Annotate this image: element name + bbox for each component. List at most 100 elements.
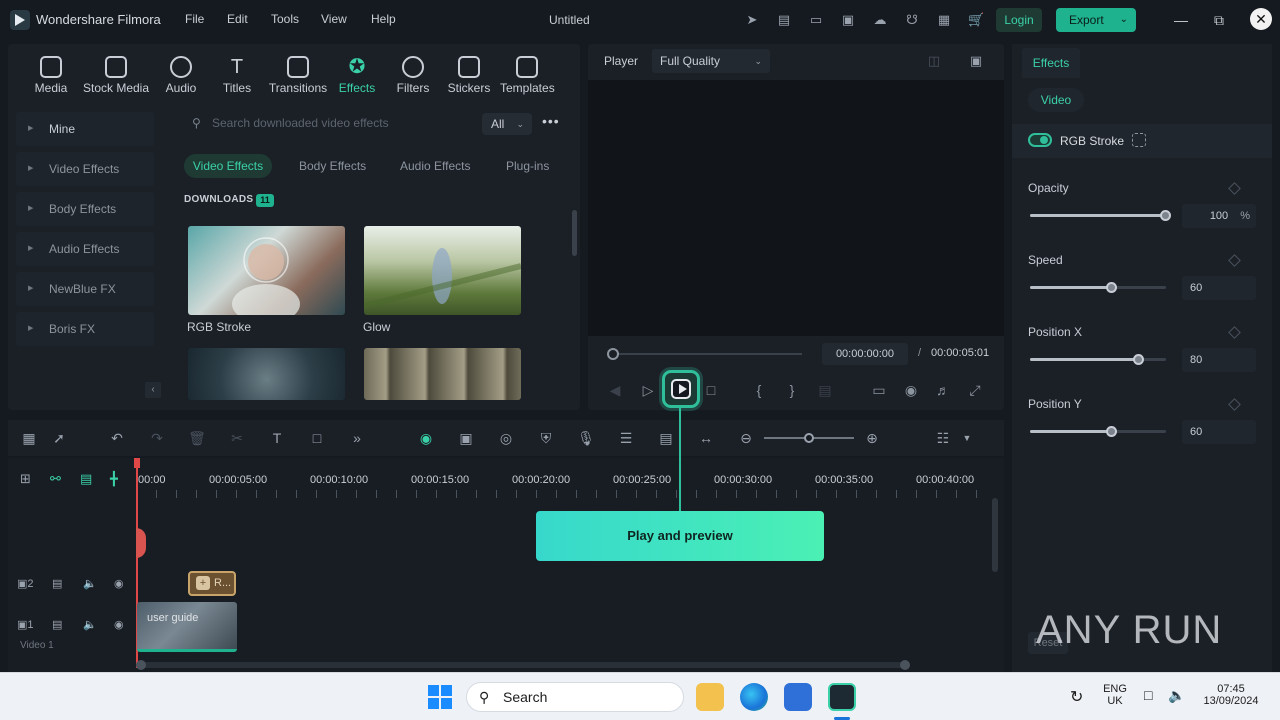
timeline-ruler[interactable] — [136, 490, 996, 498]
opacity-value-field[interactable]: 100 % — [1182, 204, 1256, 228]
filmora-taskbar-icon[interactable] — [828, 683, 856, 711]
zoom-knob[interactable] — [804, 433, 814, 443]
cut-icon[interactable]: ✂ — [228, 429, 246, 447]
tab-media[interactable]: Media — [30, 56, 72, 100]
lock-icon[interactable]: ▤ — [52, 577, 62, 590]
filter-select[interactable]: All ⌄ — [482, 113, 532, 135]
menu-file[interactable]: File — [185, 12, 204, 26]
save-icon[interactable]: ▣ — [840, 12, 856, 28]
undo-icon[interactable]: ↶ — [108, 429, 126, 447]
restore-icon[interactable]: ⧉ — [1210, 11, 1228, 29]
layout-grid-icon[interactable]: ▦ — [20, 429, 38, 447]
text-icon[interactable]: T — [268, 429, 286, 447]
tab-stickers[interactable]: Stickers — [446, 56, 492, 100]
keyframe-icon[interactable] — [1228, 398, 1241, 411]
tab-audio[interactable]: Audio — [160, 56, 202, 100]
tab-effects-properties[interactable]: Effects — [1022, 48, 1080, 78]
previous-frame-icon[interactable]: ◀ — [606, 382, 624, 399]
position-y-slider[interactable] — [1030, 426, 1166, 437]
effect-thumbnail-glow[interactable] — [364, 226, 521, 315]
slider-knob[interactable] — [1105, 426, 1117, 437]
cloud-upload-icon[interactable]: ☁ — [872, 12, 888, 28]
video-clip[interactable]: user guide — [137, 602, 237, 652]
slider-knob[interactable] — [1160, 210, 1171, 221]
timeline-horizontal-scrollbar[interactable] — [136, 660, 910, 670]
effect-clip[interactable]: + R... — [188, 571, 236, 596]
file-explorer-icon[interactable] — [696, 683, 724, 711]
compare-view-icon[interactable]: ◫ — [926, 53, 942, 69]
snap-icon[interactable]: ╋ — [110, 471, 118, 487]
speaker-icon[interactable]: 🔈 — [83, 577, 97, 590]
microphone-icon[interactable]: 🎙 — [577, 429, 595, 447]
tab-filters[interactable]: Filters — [392, 56, 434, 100]
menu-edit[interactable]: Edit — [227, 12, 248, 26]
render-icon[interactable]: ◎ — [497, 429, 515, 447]
shield-icon[interactable]: ⛨ — [537, 429, 555, 447]
sidebar-item-audio-effects[interactable]: ▶ Audio Effects — [16, 232, 154, 266]
preview-progress-knob[interactable] — [607, 348, 619, 360]
crop-icon[interactable]: □ — [308, 429, 326, 447]
mark-out-icon[interactable]: } — [783, 382, 801, 398]
slider-knob[interactable] — [1132, 354, 1144, 365]
insert-icon[interactable]: ▤ — [816, 382, 834, 399]
more-options-icon[interactable]: ••• — [542, 113, 560, 129]
mark-in-icon[interactable]: { — [750, 382, 768, 398]
tab-video-properties[interactable]: Video — [1028, 88, 1084, 112]
effect-settings-icon[interactable] — [1132, 133, 1146, 147]
sync-icon[interactable]: ↻ — [1070, 687, 1083, 707]
step-back-icon[interactable]: ▷ — [639, 382, 657, 399]
opacity-slider[interactable] — [1030, 210, 1171, 221]
effect-toggle[interactable] — [1028, 133, 1052, 147]
select-tool-icon[interactable]: ➚ — [50, 429, 68, 447]
login-button[interactable]: Login — [996, 8, 1042, 32]
cart-icon[interactable]: 🛒 — [968, 12, 984, 28]
windows-start-icon[interactable] — [428, 685, 452, 709]
chevron-down-icon[interactable]: ▼ — [958, 429, 976, 447]
sidebar-item-body-effects[interactable]: ▶ Body Effects — [16, 192, 154, 226]
grid-icon[interactable]: ▦ — [936, 12, 952, 28]
stop-icon[interactable]: □ — [702, 382, 720, 398]
speed-value-field[interactable]: 60 — [1182, 276, 1256, 300]
fit-timeline-icon[interactable]: ↔ — [697, 429, 715, 447]
display-settings-icon[interactable]: ▭ — [870, 382, 888, 399]
minimize-icon[interactable]: — — [1172, 11, 1190, 29]
headset-icon[interactable]: ☋ — [904, 12, 920, 28]
sidebar-item-newblue-fx[interactable]: ▶ NewBlue FX — [16, 272, 154, 306]
tab-stock-media[interactable]: Stock Media — [82, 56, 150, 100]
position-x-slider[interactable] — [1030, 354, 1166, 365]
edge-browser-icon[interactable] — [740, 683, 768, 711]
volume-icon[interactable]: 🔈 — [1168, 687, 1185, 704]
snapshot-image-icon[interactable]: ▣ — [968, 53, 984, 69]
send-icon[interactable]: ➤ — [744, 12, 760, 28]
timeline-vertical-scrollbar[interactable] — [992, 498, 998, 572]
scroll-handle-left[interactable] — [136, 660, 146, 670]
sidebar-item-boris-fx[interactable]: ▶ Boris FX — [16, 312, 154, 346]
quality-select[interactable]: Full Quality ⌄ — [652, 49, 770, 73]
menu-tools[interactable]: Tools — [271, 12, 299, 26]
track-manager-icon[interactable]: ▤ — [80, 471, 92, 487]
fullscreen-icon[interactable]: ⤢ — [966, 382, 984, 399]
export-button[interactable]: Export ⌄ — [1056, 8, 1136, 32]
auto-effect-icon[interactable]: ▣ — [457, 429, 475, 447]
menu-view[interactable]: View — [321, 12, 347, 26]
tab-titles[interactable]: T Titles — [216, 56, 258, 100]
cloud-save-icon[interactable]: ▤ — [776, 12, 792, 28]
tab-body-effects[interactable]: Body Effects — [299, 154, 366, 178]
preview-screen[interactable] — [588, 80, 1004, 336]
track-layout-icon[interactable]: ☷ — [934, 429, 952, 447]
delete-icon[interactable]: 🗑 — [188, 429, 206, 447]
scroll-handle-right[interactable] — [900, 660, 910, 670]
microsoft-store-icon[interactable] — [784, 683, 812, 711]
position-y-value-field[interactable]: 60 — [1182, 420, 1256, 444]
audio-mixer-icon[interactable]: ☰ — [617, 429, 635, 447]
position-x-value-field[interactable]: 80 — [1182, 348, 1256, 372]
keyframe-icon[interactable] — [1228, 254, 1241, 267]
play-button[interactable] — [662, 370, 700, 408]
sidebar-item-video-effects[interactable]: ▶ Video Effects — [16, 152, 154, 186]
network-icon[interactable]: □ — [1144, 687, 1152, 703]
slider-knob[interactable] — [1105, 282, 1117, 293]
ai-assistant-icon[interactable]: ◉ — [417, 429, 435, 447]
eye-icon[interactable]: ◉ — [114, 577, 124, 590]
keyframe-icon[interactable] — [1228, 182, 1241, 195]
link-icon[interactable]: ⚯ — [50, 471, 61, 487]
